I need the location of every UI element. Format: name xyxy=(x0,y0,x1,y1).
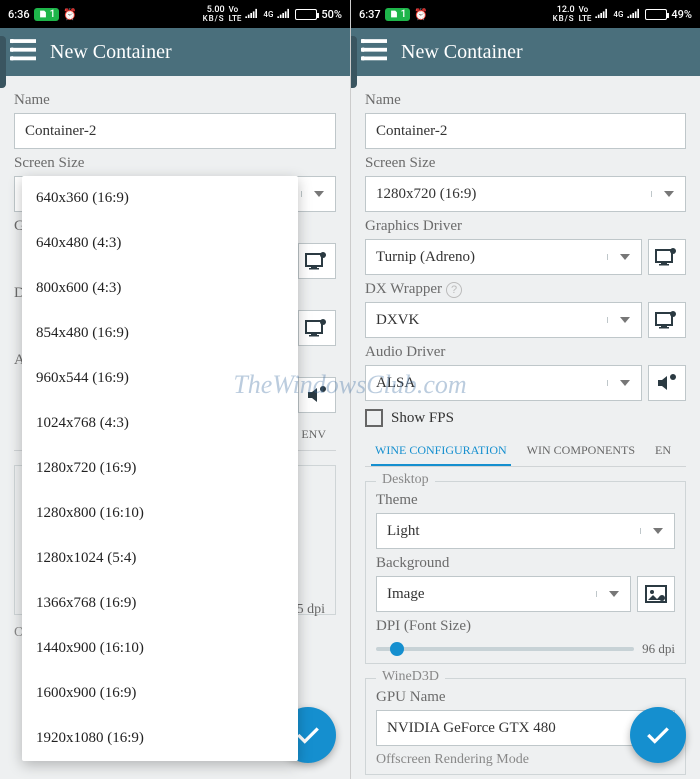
signal-icon-2 xyxy=(277,8,291,21)
audio-settings-button[interactable] xyxy=(648,365,686,401)
tab-env[interactable]: ENV xyxy=(291,417,336,450)
menu-icon[interactable] xyxy=(10,39,36,65)
dpi-slider[interactable] xyxy=(376,647,634,651)
dropdown-option[interactable]: 1024x768 (4:3) xyxy=(22,401,298,446)
tab-bar: WINE CONFIGURATION WIN COMPONENTS EN xyxy=(365,433,686,467)
dx-wrapper-label: DX Wrapper ? xyxy=(365,281,686,298)
name-input[interactable] xyxy=(365,113,686,149)
dropdown-option[interactable]: 1600x900 (16:9) xyxy=(22,671,298,716)
signal-icon xyxy=(245,8,259,21)
chevron-down-icon xyxy=(651,191,685,197)
screen-size-select[interactable]: 1280x720 (16:9) xyxy=(365,176,686,212)
page-title: New Container xyxy=(50,41,172,64)
dropdown-option[interactable]: 1280x1024 (5:4) xyxy=(22,536,298,581)
checkbox-icon xyxy=(365,409,383,427)
dpi-value: 96 dpi xyxy=(642,641,675,657)
status-bar: 6:37 1 ⏰ 12.0 KB/S VoLTE 4G 49% xyxy=(351,0,700,28)
network-4g-icon: 4G xyxy=(613,10,623,19)
settings-icon-btn[interactable] xyxy=(298,310,336,346)
dx-wrapper-select[interactable]: DXVK xyxy=(365,302,642,338)
status-time: 6:37 xyxy=(359,8,381,21)
audio-settings-icon-btn[interactable] xyxy=(298,377,336,413)
settings-icon-btn[interactable] xyxy=(298,243,336,279)
dropdown-option[interactable]: 854x480 (16:9) xyxy=(22,311,298,356)
dpi-label: DPI (Font Size) xyxy=(376,618,675,635)
chevron-down-icon xyxy=(640,528,674,534)
app-bar: New Container xyxy=(351,28,700,76)
volte-icon: VoLTE xyxy=(229,5,242,23)
sim-badge: 1 xyxy=(34,8,60,21)
offscreen-label: Offscreen Rendering Mode xyxy=(376,752,675,768)
pick-image-button[interactable] xyxy=(637,576,675,612)
network-speed: 5.00 KB/S xyxy=(203,6,225,23)
help-icon[interactable]: ? xyxy=(446,282,462,298)
dropdown-option[interactable]: 1440x900 (16:10) xyxy=(22,626,298,671)
graphics-settings-button[interactable] xyxy=(648,239,686,275)
chevron-down-icon xyxy=(607,317,641,323)
confirm-fab[interactable] xyxy=(630,707,686,763)
background-select[interactable]: Image xyxy=(376,576,631,612)
dropdown-option[interactable]: 1280x720 (16:9) xyxy=(22,446,298,491)
graphics-driver-label: Graphics Driver xyxy=(365,218,686,235)
chevron-down-icon xyxy=(607,254,641,260)
dropdown-option[interactable]: 800x600 (4:3) xyxy=(22,266,298,311)
dropdown-option[interactable]: 1280x800 (16:10) xyxy=(22,491,298,536)
gpu-name-label: GPU Name xyxy=(376,689,675,706)
group-desktop-title: Desktop xyxy=(376,472,435,488)
volte-icon: VoLTE xyxy=(579,5,592,23)
show-fps-checkbox[interactable]: Show FPS xyxy=(365,409,686,427)
app-bar: New Container xyxy=(0,28,350,76)
battery-icon xyxy=(295,9,317,20)
theme-select[interactable]: Light xyxy=(376,513,675,549)
chevron-down-icon xyxy=(607,380,641,386)
dx-settings-button[interactable] xyxy=(648,302,686,338)
theme-label: Theme xyxy=(376,492,675,509)
battery-pct: 50% xyxy=(321,8,342,21)
status-bar: 6:36 1 ⏰ 5.00 KB/S VoLTE 4G 50% xyxy=(0,0,350,28)
battery-icon xyxy=(645,9,667,20)
name-label: Name xyxy=(14,92,336,109)
background-label: Background xyxy=(376,555,675,572)
name-input[interactable] xyxy=(14,113,336,149)
screen-size-label: Screen Size xyxy=(14,155,336,172)
screen-size-label: Screen Size xyxy=(365,155,686,172)
tab-env[interactable]: EN xyxy=(645,433,681,466)
network-speed: 12.0 KB/S xyxy=(553,6,575,23)
network-4g-icon: 4G xyxy=(263,10,273,19)
screen-size-dropdown: 640x360 (16:9) 640x480 (4:3) 800x600 (4:… xyxy=(22,176,298,761)
chevron-down-icon xyxy=(301,191,335,197)
graphics-driver-select[interactable]: Turnip (Adreno) xyxy=(365,239,642,275)
menu-icon[interactable] xyxy=(361,39,387,65)
signal-icon-2 xyxy=(627,8,641,21)
sim-badge: 1 xyxy=(385,8,411,21)
tab-win-components[interactable]: WIN COMPONENTS xyxy=(517,433,645,466)
side-handle[interactable] xyxy=(351,36,357,88)
battery-pct: 49% xyxy=(671,8,692,21)
dropdown-option[interactable]: 1366x768 (16:9) xyxy=(22,581,298,626)
status-time: 6:36 xyxy=(8,8,30,21)
name-label: Name xyxy=(365,92,686,109)
slider-thumb[interactable] xyxy=(390,642,404,656)
chevron-down-icon xyxy=(596,591,630,597)
group-wined3d-title: WineD3D xyxy=(376,669,445,685)
side-handle[interactable] xyxy=(0,36,6,88)
group-desktop: Desktop Theme Light Background Image xyxy=(365,481,686,664)
audio-driver-label: Audio Driver xyxy=(365,344,686,361)
page-title: New Container xyxy=(401,41,523,64)
signal-icon xyxy=(595,8,609,21)
audio-driver-select[interactable]: ALSA xyxy=(365,365,642,401)
dropdown-option[interactable]: 640x360 (16:9) xyxy=(22,176,298,221)
dropdown-option[interactable]: 960x544 (16:9) xyxy=(22,356,298,401)
dropdown-option[interactable]: 1920x1080 (16:9) xyxy=(22,716,298,761)
dropdown-option[interactable]: 640x480 (4:3) xyxy=(22,221,298,266)
alarm-icon: ⏰ xyxy=(414,8,428,21)
alarm-icon: ⏰ xyxy=(63,8,77,21)
tab-wine-configuration[interactable]: WINE CONFIGURATION xyxy=(365,433,517,466)
